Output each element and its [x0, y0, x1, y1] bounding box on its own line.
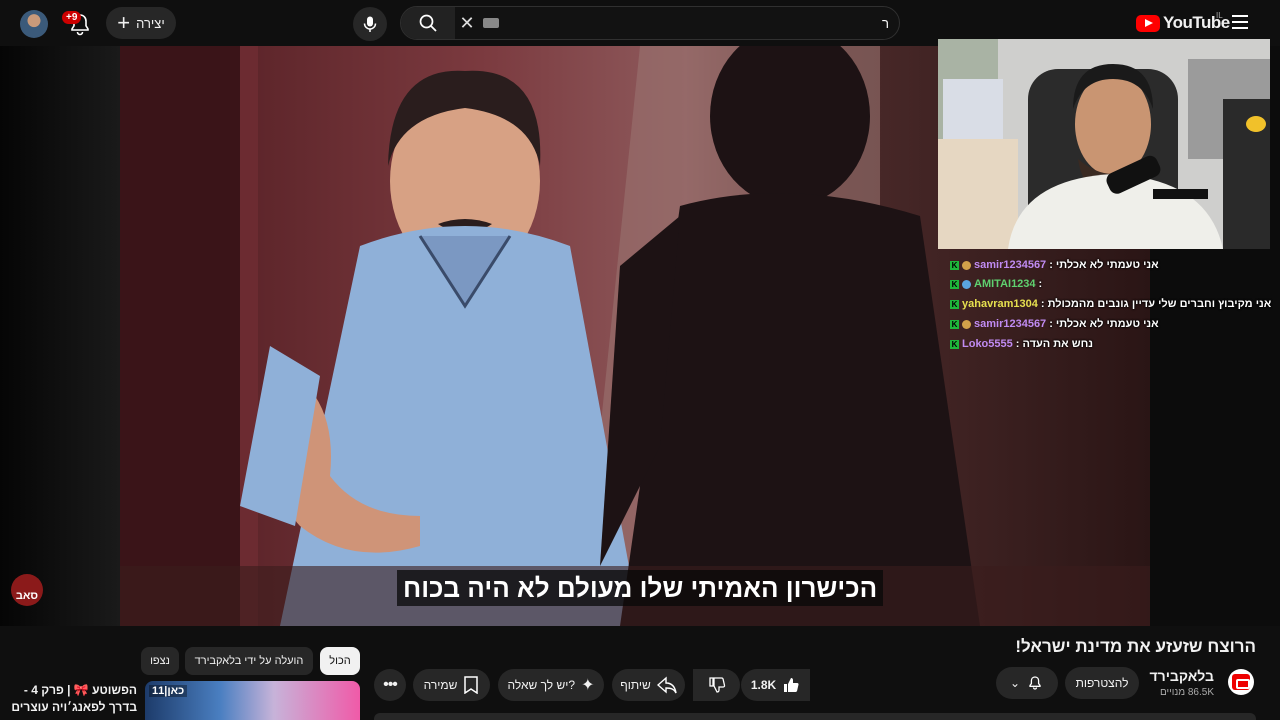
chat-text: אני טעמתי לא אכלתי :: [1049, 259, 1159, 271]
video-caption: הכישרון האמיתי שלו מעולם לא היה בכוח: [397, 570, 884, 606]
more-actions-button[interactable]: •••: [374, 669, 406, 701]
chat-message: K AMITAI1234 :: [950, 278, 1042, 290]
chat-text: נחש את העדה :: [1015, 338, 1094, 350]
emote-icon: [962, 260, 971, 270]
globe-badge-icon: [962, 279, 971, 289]
hamburger-line: [1232, 27, 1248, 29]
streamer-webcam-overlay: [938, 39, 1270, 249]
hamburger-line: [1232, 21, 1248, 23]
clear-search-button[interactable]: ✕: [457, 13, 477, 33]
thumbs-down-icon: [708, 677, 725, 693]
search-icon: [419, 14, 437, 32]
emote-icon: [962, 319, 971, 329]
search-bar: ✕: [400, 6, 900, 40]
share-button[interactable]: שיתוף: [612, 669, 685, 701]
bell-icon: [1029, 676, 1041, 690]
ask-question-button[interactable]: יש לך שאלה? ✦: [498, 669, 604, 701]
chat-username[interactable]: AMITAI1234: [974, 278, 1036, 290]
save-button[interactable]: שמירה: [413, 669, 490, 701]
chat-text: :: [1038, 278, 1043, 290]
chat-message: K Loko5555 נחש את העדה :: [950, 338, 1093, 350]
video-letterbox-left: [0, 46, 120, 626]
like-button[interactable]: 1.8K: [741, 669, 810, 701]
save-label: שמירה: [423, 678, 458, 692]
related-video-title-line2[interactable]: בדרך לפאנג׳ויה עוצרים: [11, 700, 137, 714]
chat-text: אני מקיבוץ וחברים שלי עדיין גונבים מהמכו…: [1040, 298, 1272, 310]
search-input[interactable]: [505, 11, 889, 35]
chat-username[interactable]: samir1234567: [974, 318, 1046, 330]
join-label: להצטרפות: [1075, 676, 1129, 690]
youtube-play-icon: [1136, 14, 1160, 32]
chat-message: K samir1234567 אני טעמתי לא אכלתי :: [950, 259, 1159, 271]
kick-badge-icon: K: [950, 319, 959, 329]
chip-watched[interactable]: נצפו: [141, 647, 179, 675]
close-icon: ✕: [459, 12, 475, 33]
chat-text: אני טעמתי לא אכלתי :: [1049, 318, 1159, 330]
share-icon: [656, 676, 677, 694]
dislike-button[interactable]: [693, 669, 740, 701]
channel-logo-icon: [1232, 674, 1250, 690]
webcam-image: [938, 39, 1270, 249]
channel-name[interactable]: בלאקבירד: [1140, 668, 1214, 684]
microphone-icon: [363, 16, 377, 32]
watermark-text: סאב: [15, 590, 39, 602]
video-title: הרוצח שזעזע את מדינת ישראל!: [1015, 637, 1256, 656]
kick-badge-icon: K: [950, 279, 959, 289]
chat-message: K samir1234567 אני טעמתי לא אכלתי :: [950, 318, 1159, 330]
search-button[interactable]: [401, 7, 455, 39]
notifications-badge: +9: [62, 11, 82, 24]
chip-uploaded-by-channel[interactable]: הועלה על ידי בלאקבירד: [185, 647, 313, 675]
related-video-thumbnail[interactable]: כאן|11: [145, 681, 360, 720]
thumbs-up-icon: [784, 678, 799, 692]
chat-username[interactable]: samir1234567: [974, 259, 1046, 271]
voice-search-button[interactable]: [353, 7, 387, 41]
chat-username[interactable]: Loko5555: [962, 338, 1013, 350]
guide-menu-button[interactable]: [1228, 11, 1252, 35]
sparkle-icon: ✦: [581, 677, 595, 694]
related-video-title[interactable]: הפשוטע 🎀 | פרק 4 -: [24, 683, 137, 697]
chevron-down-icon: ⌄: [1009, 676, 1021, 690]
share-label: שיתוף: [620, 678, 651, 692]
channel-avatar[interactable]: [1228, 669, 1254, 695]
logo-region: IL: [1216, 11, 1223, 20]
chip-all[interactable]: הכול: [320, 647, 360, 675]
subscription-notifications-button[interactable]: ⌄: [996, 667, 1058, 699]
ask-label: יש לך שאלה?: [507, 678, 576, 692]
kick-badge-icon: K: [950, 299, 959, 309]
create-label: יצירה: [136, 15, 165, 31]
hamburger-icon: [1232, 15, 1248, 17]
plus-icon: +: [117, 10, 131, 35]
stream-chat-overlay: K samir1234567 אני טעמתי לא אכלתי : K AM…: [938, 249, 1271, 359]
channel-logo-badge: כאן|11: [149, 685, 188, 697]
kick-badge-icon: K: [950, 260, 959, 270]
account-avatar[interactable]: [20, 10, 48, 38]
channel-watermark[interactable]: סאב: [11, 574, 43, 606]
subscriber-count: 86.5K מנויים: [1159, 687, 1214, 698]
chat-username[interactable]: yahavram1304: [962, 298, 1038, 310]
keyboard-icon[interactable]: [483, 18, 499, 28]
chat-message: K yahavram1304 אני מקיבוץ וחברים שלי עדי…: [950, 298, 1271, 310]
description-box[interactable]: [374, 713, 1256, 720]
create-button[interactable]: + יצירה: [106, 7, 176, 39]
kick-badge-icon: K: [950, 339, 959, 349]
bookmark-icon: [464, 676, 479, 694]
like-count: 1.8K: [750, 678, 777, 692]
more-horizontal-icon: •••: [383, 676, 398, 693]
join-button[interactable]: להצטרפות: [1065, 667, 1139, 699]
